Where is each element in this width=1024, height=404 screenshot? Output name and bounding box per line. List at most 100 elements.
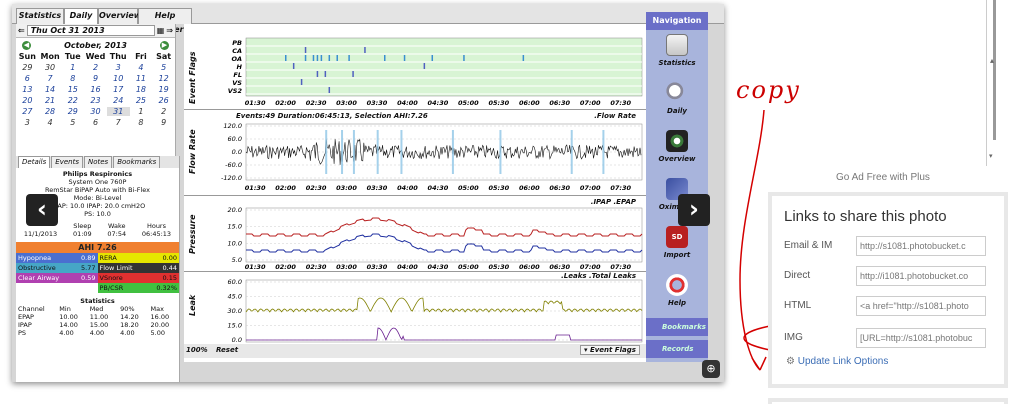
go-ad-free-link[interactable]: Go Ad Free with Plus <box>836 172 930 183</box>
calendar-day[interactable]: 4 <box>39 118 62 127</box>
calendar-day[interactable]: 7 <box>107 118 130 127</box>
calendar-day[interactable]: 19 <box>152 85 175 94</box>
x-tick-label: 06:00 <box>519 99 540 107</box>
calendar-day[interactable]: 3 <box>16 118 39 127</box>
event-summary-item[interactable]: RERA 0.00 <box>97 253 179 263</box>
flag-channel-label: FL <box>233 71 242 79</box>
calendar-day[interactable]: 30 <box>39 63 62 72</box>
calendar-day[interactable]: 22 <box>61 96 84 105</box>
calendar-day[interactable]: 5 <box>61 118 84 127</box>
event-summary-item[interactable]: Obstructive 5.77 <box>16 263 98 273</box>
next-day-icon[interactable]: ⇒ <box>166 26 173 35</box>
event-flags-dropdown[interactable]: ▾ Event Flags <box>580 345 640 355</box>
calendar-day[interactable]: 6 <box>84 118 107 127</box>
calendar-day[interactable]: 12 <box>152 74 175 83</box>
calendar-day[interactable]: 2 <box>152 107 175 116</box>
x-tick-label: 02:30 <box>306 263 327 271</box>
prev-photo-button[interactable]: ‹ <box>26 194 58 226</box>
calendar-day[interactable]: 1 <box>61 63 84 72</box>
calendar-day[interactable]: 10 <box>107 74 130 83</box>
nav-daily[interactable]: Daily <box>646 78 708 126</box>
pressure-chart[interactable]: 20.0 15.0 10.0 5.001:30 02:00 02:30 03:00 03:30… <box>184 196 650 272</box>
nav-overview[interactable]: Overview <box>646 126 708 174</box>
calendar-day[interactable]: 7 <box>39 74 62 83</box>
calendar-day[interactable]: 30 <box>84 107 107 116</box>
event-name: VSnore <box>99 274 123 282</box>
reset-button[interactable]: Reset <box>216 346 238 354</box>
calendar-day[interactable]: 8 <box>130 118 153 127</box>
tab-daily[interactable]: Daily <box>64 8 98 24</box>
tab-notes[interactable]: Notes <box>83 156 113 168</box>
event-flag-mark <box>300 79 303 85</box>
calendar-icon[interactable]: ▦ <box>157 26 165 35</box>
event-summary-item[interactable]: Flow Limit 0.44 <box>97 263 179 273</box>
tab-statistics[interactable]: Statistics <box>16 8 64 24</box>
calendar-day[interactable]: 21 <box>39 96 62 105</box>
prev-month-icon[interactable]: ◀ <box>22 40 31 50</box>
calendar-day[interactable]: 20 <box>16 96 39 105</box>
calendar-day[interactable]: 2 <box>84 63 107 72</box>
calendar-day[interactable]: 23 <box>84 96 107 105</box>
direct-link-field[interactable] <box>856 266 986 286</box>
calendar-day[interactable]: 13 <box>16 85 39 94</box>
tab-help-browser[interactable]: Help Browser <box>138 8 192 34</box>
nav-help[interactable]: Help <box>646 270 708 318</box>
prev-day-icon[interactable]: ⇐ <box>18 26 25 35</box>
event-flag-mark <box>463 55 465 61</box>
calendar-day[interactable]: 28 <box>39 107 62 116</box>
img-link-field[interactable] <box>856 328 986 348</box>
calendar-day[interactable]: 15 <box>61 85 84 94</box>
nav-import[interactable]: SD Import <box>646 222 708 270</box>
calendar-day[interactable]: 17 <box>107 85 130 94</box>
calendar-day[interactable]: 16 <box>84 85 107 94</box>
zoom-icon[interactable]: ⊕ <box>702 360 720 378</box>
calendar-day[interactable]: 9 <box>84 74 107 83</box>
calendar-day[interactable]: 9 <box>152 118 175 127</box>
calendar-day[interactable]: 14 <box>39 85 62 94</box>
calendar-day[interactable]: 24 <box>107 96 130 105</box>
calendar-day[interactable]: 11 <box>130 74 153 83</box>
stats-header: Channel <box>18 305 45 313</box>
stats-cell: 10.00 <box>59 313 78 321</box>
email-link-field[interactable] <box>856 236 986 256</box>
calendar-day[interactable]: 4 <box>130 63 153 72</box>
machine-model: System One 760P <box>68 178 127 186</box>
event-summary-item[interactable]: Hypopnea 0.89 <box>16 253 98 263</box>
calendar-day[interactable]: 31 <box>106 107 130 116</box>
nav-records[interactable]: Records <box>646 340 708 358</box>
flow-rate-chart[interactable]: 120.0 60.0 0.0 -60.0 -120.001:30 02:00 02:30 03… <box>184 110 650 196</box>
calendar-day[interactable]: 3 <box>107 63 130 72</box>
update-link-options[interactable]: ⚙ Update Link Options <box>786 356 888 367</box>
tab-details[interactable]: Details <box>18 156 51 168</box>
event-flags-chart[interactable]: PBCAOAHFLVSVS201:30 02:00 02:30 03:00 03:30 0… <box>184 24 650 110</box>
calendar-day[interactable]: 29 <box>16 63 39 72</box>
scrollbar-thumb[interactable] <box>993 0 996 140</box>
tab-events[interactable]: Events <box>51 156 83 168</box>
event-summary-item[interactable]: Clear Airway 0.59 <box>16 273 98 283</box>
event-flag-mark <box>336 55 338 61</box>
calendar-day[interactable]: 6 <box>16 74 39 83</box>
x-tick-label: 04:00 <box>397 184 418 192</box>
next-month-icon[interactable]: ▶ <box>160 40 169 50</box>
calendar-day[interactable]: 1 <box>130 107 153 116</box>
page-scrollbar[interactable]: ▾ <box>986 0 1000 166</box>
calendar-day[interactable]: 27 <box>16 107 39 116</box>
nav-statistics[interactable]: Statistics <box>646 30 708 78</box>
date-field[interactable]: Thu Oct 31 2013 <box>26 25 155 36</box>
calendar-day[interactable]: 26 <box>152 96 175 105</box>
calendar-day[interactable]: 18 <box>130 85 153 94</box>
next-photo-button[interactable]: › <box>678 194 710 226</box>
event-summary-item[interactable]: PB/CSR 0.32% <box>97 283 179 293</box>
calendar-day[interactable]: 8 <box>61 74 84 83</box>
calendar-day[interactable]: 25 <box>130 96 153 105</box>
event-flag-mark <box>352 71 354 77</box>
html-link-field[interactable] <box>856 296 986 316</box>
event-summary-item[interactable]: VSnore 0.15 <box>97 273 179 283</box>
scroll-down-icon[interactable]: ▾ <box>989 152 993 160</box>
tab-bookmarks[interactable]: Bookmarks <box>113 156 161 168</box>
calendar-day[interactable]: 29 <box>61 107 84 116</box>
tab-overview[interactable]: Overview <box>98 8 141 24</box>
nav-bookmarks[interactable]: Bookmarks <box>646 318 708 336</box>
calendar-day[interactable]: 5 <box>152 63 175 72</box>
event-summary-item[interactable] <box>16 283 98 293</box>
